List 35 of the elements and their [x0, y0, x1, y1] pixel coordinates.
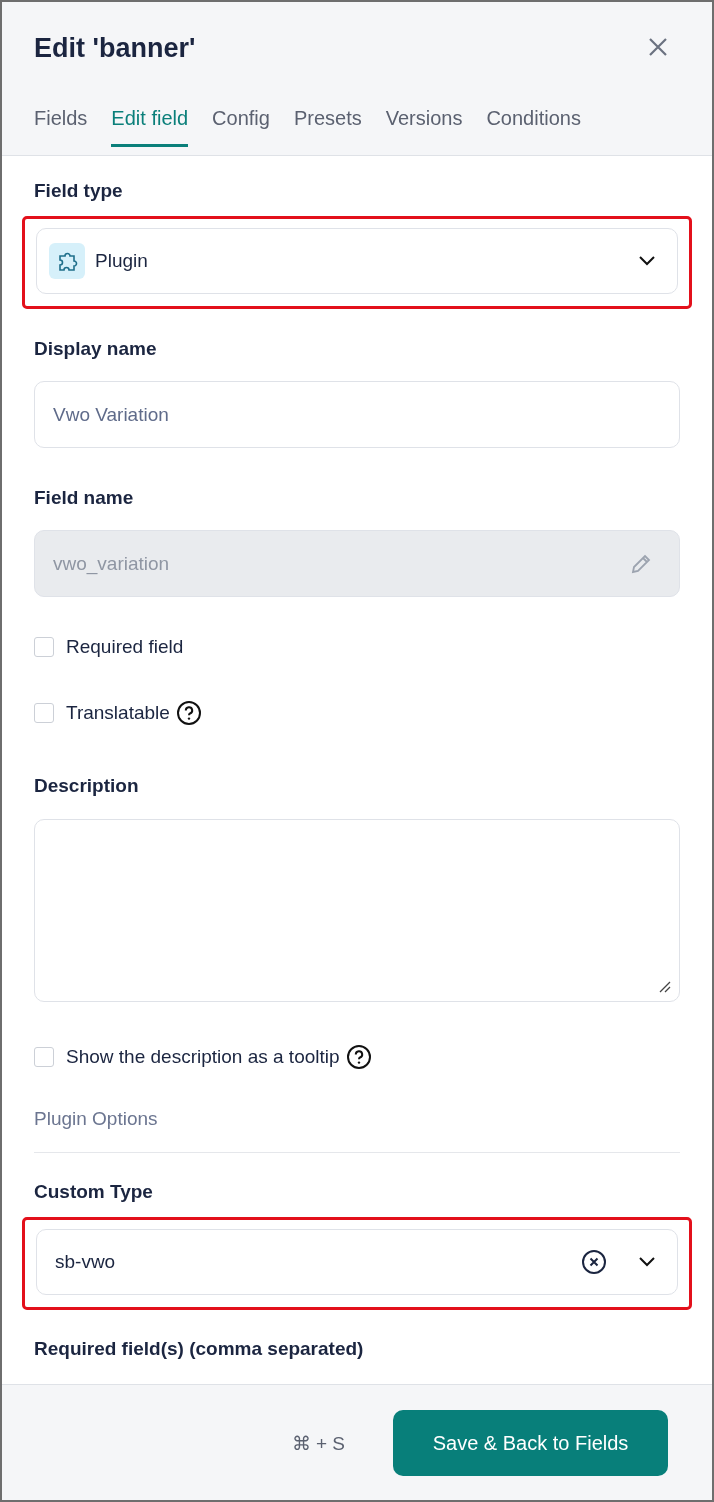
close-icon[interactable] [648, 37, 668, 57]
dialog-title: Edit 'banner' [34, 31, 196, 64]
checkbox-label: Required field [66, 636, 184, 658]
field-label: Description [34, 775, 140, 797]
custom-type-select[interactable]: sb-vwo [36, 1229, 678, 1295]
select-value: Plugin [95, 250, 149, 272]
clear-icon[interactable] [581, 1249, 607, 1275]
field-type-select[interactable]: Plugin [36, 228, 678, 294]
save-button[interactable]: Save & Back to Fields [393, 1410, 668, 1476]
tab[interactable]: Versions [385, 99, 463, 147]
field-label: Field type [34, 180, 124, 202]
puzzle-icon [49, 243, 85, 279]
tab[interactable]: Fields [34, 99, 88, 147]
checkbox-label: Show the description as a tooltip [66, 1046, 340, 1068]
input-field[interactable]: Vwo Variation [34, 381, 680, 448]
tab[interactable]: Conditions [486, 99, 581, 147]
checkbox-label: Translatable [66, 702, 170, 724]
shortcut-hint: ⌘ + S [291, 1432, 345, 1455]
chevron-down-icon [639, 1257, 655, 1267]
checkbox[interactable] [34, 1047, 54, 1067]
checkbox[interactable] [34, 703, 54, 723]
help-icon[interactable] [175, 700, 202, 726]
field-label: Field name [34, 487, 135, 509]
tab[interactable]: Config [212, 99, 270, 147]
tab[interactable]: Edit field [111, 99, 189, 147]
field-label: Custom Type [34, 1181, 154, 1203]
chevron-down-icon [639, 256, 655, 266]
field-label: Required field(s) (comma separated) [34, 1338, 365, 1360]
tab[interactable]: Presets [293, 99, 362, 147]
help-icon[interactable] [345, 1044, 372, 1070]
select-value: sb-vwo [54, 1251, 117, 1273]
resize-handle-icon[interactable] [659, 981, 671, 993]
field-label: Display name [34, 338, 158, 360]
checkbox[interactable] [34, 637, 54, 657]
section-title: Plugin Options [34, 1108, 680, 1153]
